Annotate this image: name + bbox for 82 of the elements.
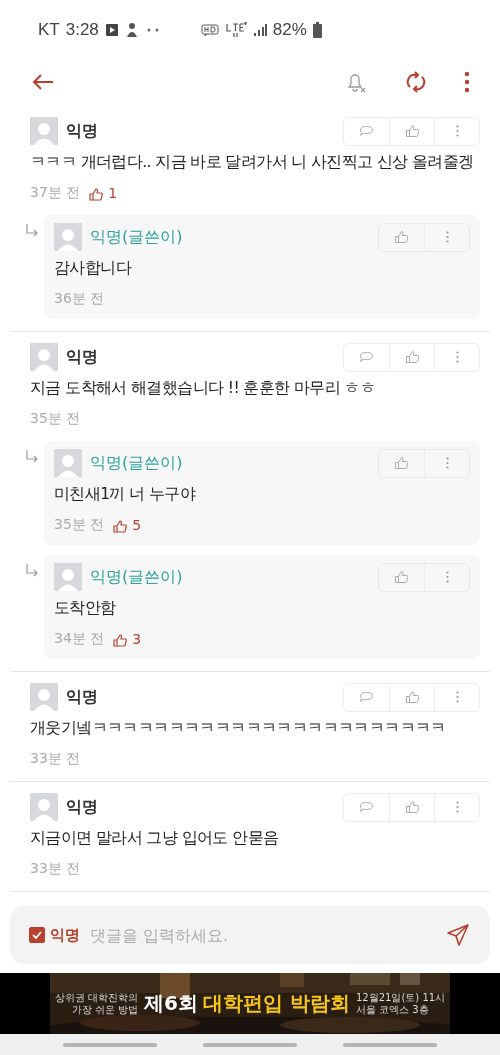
more-options-icon (455, 125, 459, 137)
reply-arrow-icon (25, 223, 39, 237)
timestamp: 37분 전 (30, 184, 81, 202)
more-options-icon (445, 231, 449, 243)
back-icon[interactable] (32, 73, 54, 91)
hd-voice-icon (200, 23, 219, 37)
send-icon[interactable] (446, 923, 470, 947)
banner-tagline: 가장 쉬운 방법 (71, 1003, 139, 1016)
avatar-icon (54, 223, 82, 251)
more-options-icon (455, 691, 459, 703)
comment-text: 지금 도착해서 해결했습니다 !! 훈훈한 마무리 ㅎㅎ (30, 378, 377, 399)
thumbs-up-icon (395, 231, 408, 243)
like-count: 5 (132, 517, 142, 533)
timestamp: 36분 전 (54, 290, 105, 308)
timestamp: 33분 전 (30, 860, 81, 878)
speech-bubble-icon (360, 802, 373, 812)
comment-input-bar[interactable]: 익명 댓글을 입력하세요. (10, 906, 490, 964)
comment-text: 감사합니다 (54, 258, 133, 279)
like-count: 1 (108, 185, 118, 201)
avatar-icon (30, 793, 58, 821)
clock-text: 3:28 (65, 20, 99, 40)
like-count: 3 (132, 631, 142, 647)
comment-input-field[interactable]: 댓글을 입력하세요. (90, 925, 446, 945)
banner-details: 12월21일(토) 11시 (355, 991, 446, 1004)
comment-text: ㅋㅋㅋ 개더럽다.. 지금 바로 달려가서 니 사진찍고 신상 올려줄겡 (30, 152, 475, 173)
comment-text: 개웃기넼ㅋㅋㅋㅋㅋㅋㅋㅋㅋㅋㅋㅋㅋㅋㅋㅋㅋㅋㅋㅋㅋㅋㅋ (30, 718, 447, 739)
author-name: 익명(글쓴이) (90, 452, 183, 474)
signal-icon (252, 23, 267, 37)
media-play-icon (104, 23, 119, 37)
speech-bubble-icon (360, 692, 373, 702)
banner-title: 대학편입 박람회 (203, 990, 350, 1017)
author-name: 익명 (66, 120, 98, 142)
avatar-icon (30, 117, 58, 145)
author-name: 익명(글쓴이) (90, 226, 183, 248)
back-handle[interactable] (343, 1042, 437, 1047)
more-options-icon[interactable] (464, 71, 470, 93)
thumbs-up-icon (113, 631, 128, 647)
thumbs-up-icon (405, 801, 419, 813)
timestamp: 34분 전 (54, 630, 105, 648)
lte-icon (224, 22, 247, 38)
anonymous-checkbox[interactable] (29, 927, 45, 943)
thumbs-up-icon (405, 125, 419, 137)
comment-text: 도착안함 (54, 598, 117, 619)
more-options-icon (455, 351, 459, 363)
avatar-icon (54, 449, 82, 477)
checkmark-icon (31, 929, 43, 941)
comment-text: 미친새1끼 너 누구야 (54, 484, 197, 505)
more-options-icon (455, 801, 459, 813)
notification-icon (124, 22, 139, 38)
author-name: 익명 (66, 796, 98, 818)
battery-percent-text: 82% (272, 20, 307, 40)
timestamp: 33분 전 (30, 750, 81, 768)
speech-bubble-icon (360, 126, 373, 136)
reply-arrow-icon (25, 449, 39, 463)
author-name: 익명(글쓴이) (90, 566, 183, 588)
reply-arrow-icon (25, 563, 39, 577)
author-name: 익명 (66, 686, 98, 708)
carrier-text: KT (38, 20, 60, 40)
thumbs-up-icon (89, 185, 104, 201)
more-options-icon (445, 571, 449, 583)
more-options-icon (445, 457, 449, 469)
banner-details: 서울 코엑스 3층 (355, 1003, 429, 1016)
anonymous-label: 익명 (50, 925, 80, 945)
speech-bubble-icon (360, 352, 373, 362)
home-handle[interactable] (203, 1042, 297, 1047)
thumbs-up-icon (405, 351, 419, 363)
thumbs-up-icon (113, 517, 128, 533)
recent-apps-handle[interactable] (63, 1042, 157, 1047)
timestamp: 35분 전 (54, 516, 105, 534)
banner-title-number: 제6회 (144, 990, 198, 1017)
thumbs-up-icon (395, 457, 408, 469)
author-name: 익명 (66, 346, 98, 368)
battery-icon (312, 22, 322, 38)
timestamp: 35분 전 (30, 410, 81, 428)
avatar-icon (30, 343, 58, 371)
thumbs-up-icon (405, 691, 419, 703)
comment-text: 지금이면 말라서 그냥 입어도 안묻음 (30, 828, 280, 849)
banner-tagline: 상위권 대학진학의 (54, 991, 139, 1004)
refresh-icon[interactable] (404, 70, 428, 94)
avatar-icon (54, 563, 82, 591)
thumbs-up-icon (395, 571, 408, 583)
avatar-icon (30, 683, 58, 711)
